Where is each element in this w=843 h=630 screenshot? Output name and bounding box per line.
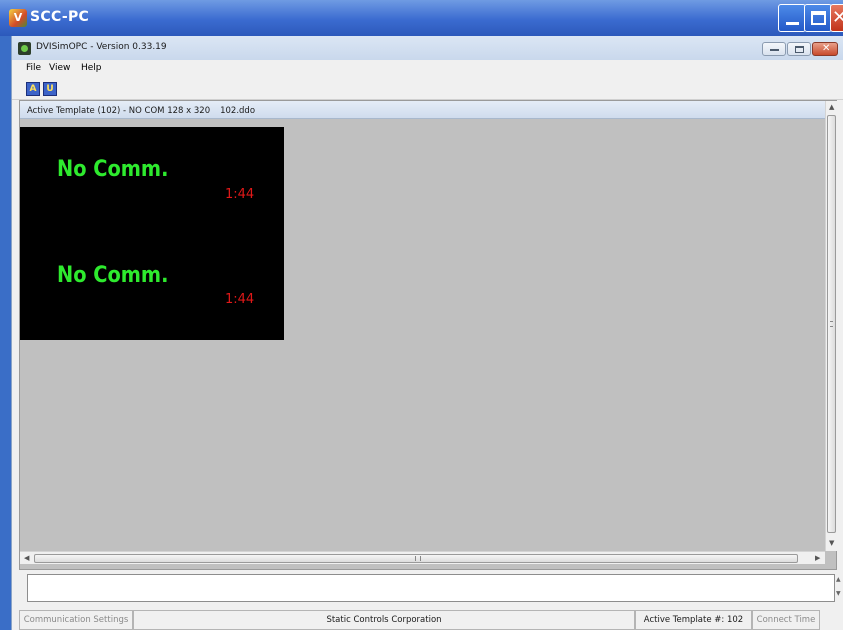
app-title-bar[interactable]: DVISimOPC - Version 0.33.19 ✕ (12, 36, 843, 60)
document-window: Active Template (102) - NO COM 128 x 320… (19, 100, 837, 570)
communication-settings-button[interactable]: Communication Settings (19, 610, 133, 630)
scroll-left-arrow-icon[interactable]: ◀ (24, 554, 29, 562)
display-line-2-text: No Comm. (57, 263, 169, 288)
outer-close-button[interactable]: ✕ (830, 4, 843, 32)
close-icon: ✕ (822, 43, 831, 54)
scroll-down-arrow-icon[interactable]: ▼ (836, 590, 841, 597)
maximize-icon (811, 11, 826, 25)
app-minimize-button[interactable] (762, 42, 786, 56)
document-title: Active Template (102) - NO COM 128 x 320… (27, 106, 255, 116)
menu-file[interactable]: File (26, 63, 41, 73)
app-window: DVISimOPC - Version 0.33.19 ✕ File View … (11, 36, 843, 630)
message-scrollbar[interactable]: ▲ ▼ (835, 574, 843, 602)
app-title: DVISimOPC - Version 0.33.19 (36, 42, 167, 52)
company-name: Static Controls Corporation (133, 610, 635, 630)
outer-maximize-button[interactable] (804, 4, 832, 32)
vnc-logo-icon: V (9, 9, 27, 27)
led-display-preview: No Comm. 1:44 No Comm. 1:44 (20, 127, 284, 340)
app-maximize-button[interactable] (787, 42, 811, 56)
scroll-right-arrow-icon[interactable]: ▶ (815, 554, 820, 562)
grip-icon (415, 556, 421, 561)
toolbar-button-u[interactable]: U (43, 82, 57, 96)
toolbar-button-a[interactable]: A (26, 82, 40, 96)
scroll-up-arrow-icon[interactable]: ▲ (836, 576, 841, 583)
remote-desktop-window: V SCC-PC ✕ DVISimOPC - Version 0.33.19 ✕… (0, 0, 843, 630)
app-close-button[interactable]: ✕ (812, 42, 838, 56)
scroll-down-arrow-icon[interactable]: ▼ (829, 539, 834, 547)
maximize-icon (795, 46, 804, 53)
app-icon (18, 42, 31, 55)
document-title-bar[interactable]: Active Template (102) - NO COM 128 x 320… (20, 101, 825, 119)
display-line-1-time: 1:44 (225, 187, 255, 202)
outer-title-bar[interactable]: V SCC-PC ✕ (0, 0, 843, 36)
minimize-icon (786, 22, 799, 25)
close-icon: ✕ (832, 7, 843, 28)
display-line-2-time: 1:44 (225, 292, 255, 307)
outer-minimize-button[interactable] (778, 4, 806, 32)
vertical-scroll-thumb[interactable] (827, 115, 836, 533)
minimize-icon (770, 49, 779, 51)
active-template-status: Active Template #: 102 (635, 610, 752, 630)
outer-window-title: SCC-PC (30, 9, 90, 25)
status-bar: Communication Settings Static Controls C… (12, 608, 843, 630)
horizontal-scrollbar[interactable]: ◀ ▶ (20, 551, 825, 564)
menu-help[interactable]: Help (81, 63, 102, 73)
connect-time-button[interactable]: Connect Time (752, 610, 820, 630)
message-textbox[interactable] (27, 574, 835, 602)
toolbar: A U (12, 76, 843, 100)
menu-bar: File View Help (12, 60, 843, 76)
vertical-scrollbar[interactable]: ▲ ▼ (825, 101, 837, 551)
scroll-up-arrow-icon[interactable]: ▲ (829, 103, 834, 111)
menu-view[interactable]: View (49, 63, 70, 73)
horizontal-scroll-thumb[interactable] (34, 554, 798, 563)
grip-icon (830, 321, 833, 327)
template-canvas: No Comm. 1:44 No Comm. 1:44 (20, 121, 825, 551)
display-line-1-text: No Comm. (57, 157, 169, 182)
document-file-name: 102.ddo (220, 106, 256, 116)
document-template-label: Active Template (102) - NO COM 128 x 320 (27, 106, 211, 116)
